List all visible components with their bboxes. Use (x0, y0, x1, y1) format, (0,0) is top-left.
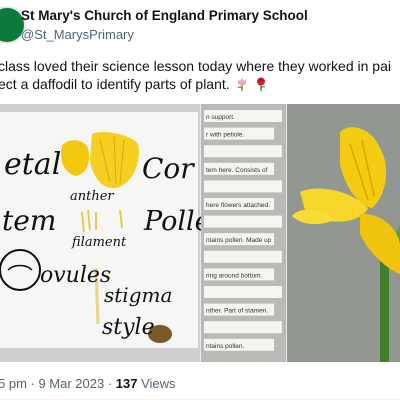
display-name[interactable]: St Mary's Church of England Primary Scho… (21, 8, 308, 23)
label-corona: Cor (142, 152, 195, 185)
label-stigma: stigma (104, 283, 172, 307)
label-style: style (102, 315, 155, 340)
label-filament: filament (71, 235, 127, 250)
label-ovules: ovules (40, 263, 111, 288)
rose-emoji-icon (257, 77, 266, 91)
photo-collage[interactable]: etal Cor tem Polle anther filament ovule… (0, 104, 400, 362)
label-pollen: Polle (143, 206, 211, 237)
label-strip (204, 180, 282, 193)
label-strip-text: ring around bottom. (206, 272, 263, 279)
label-strip (204, 250, 282, 263)
label-strip-text: here flowers attached. (206, 202, 270, 209)
tweet-text: class loved their science lesson today w… (0, 57, 400, 93)
tulip-emoji-icon (237, 78, 246, 91)
handle[interactable]: @St_MarysPrimary (21, 27, 134, 42)
tweet-text-line-2-content: ect a daffodil to identify parts of plan… (0, 76, 230, 92)
label-strip (204, 215, 282, 228)
label-strip (204, 286, 282, 298)
label-petal: etal (4, 147, 61, 182)
label-strip-text: tem here. Consists of (206, 167, 268, 174)
tweet-meta: 5 pm · 9 Mar 2023 · 137 Views (0, 376, 176, 391)
tweet-text-line-1: class loved their science lesson today w… (0, 58, 391, 74)
label-strip-text: nther. Part of stamen. (206, 308, 268, 315)
label-anther: anther (70, 189, 114, 204)
label-stem: tem (2, 204, 56, 237)
views-count: 137 (115, 376, 138, 391)
photo-left-dissection[interactable]: etal Cor tem Polle anther filament ovule… (0, 104, 211, 362)
label-strip (204, 321, 282, 334)
label-strip (204, 145, 282, 158)
label-strip-text: ntains pollen. (206, 343, 244, 350)
photo-middle-strips[interactable]: n support. r with petiole. tem here. Consi… (201, 104, 286, 362)
views-label: Views (137, 376, 176, 391)
label-strip-text: r with petiole. (206, 132, 244, 139)
photo-right-daffodil[interactable] (287, 104, 400, 362)
label-strip-text: n support. (206, 114, 235, 121)
timestamp[interactable]: 5 pm · 9 Mar 2023 · (0, 376, 116, 391)
tweet-media[interactable]: etal Cor tem Polle anther filament ovule… (0, 104, 400, 362)
label-strip-text: ntains pollen. Made up (206, 237, 272, 244)
tweet-text-line-2: ect a daffodil to identify parts of plan… (0, 75, 400, 93)
